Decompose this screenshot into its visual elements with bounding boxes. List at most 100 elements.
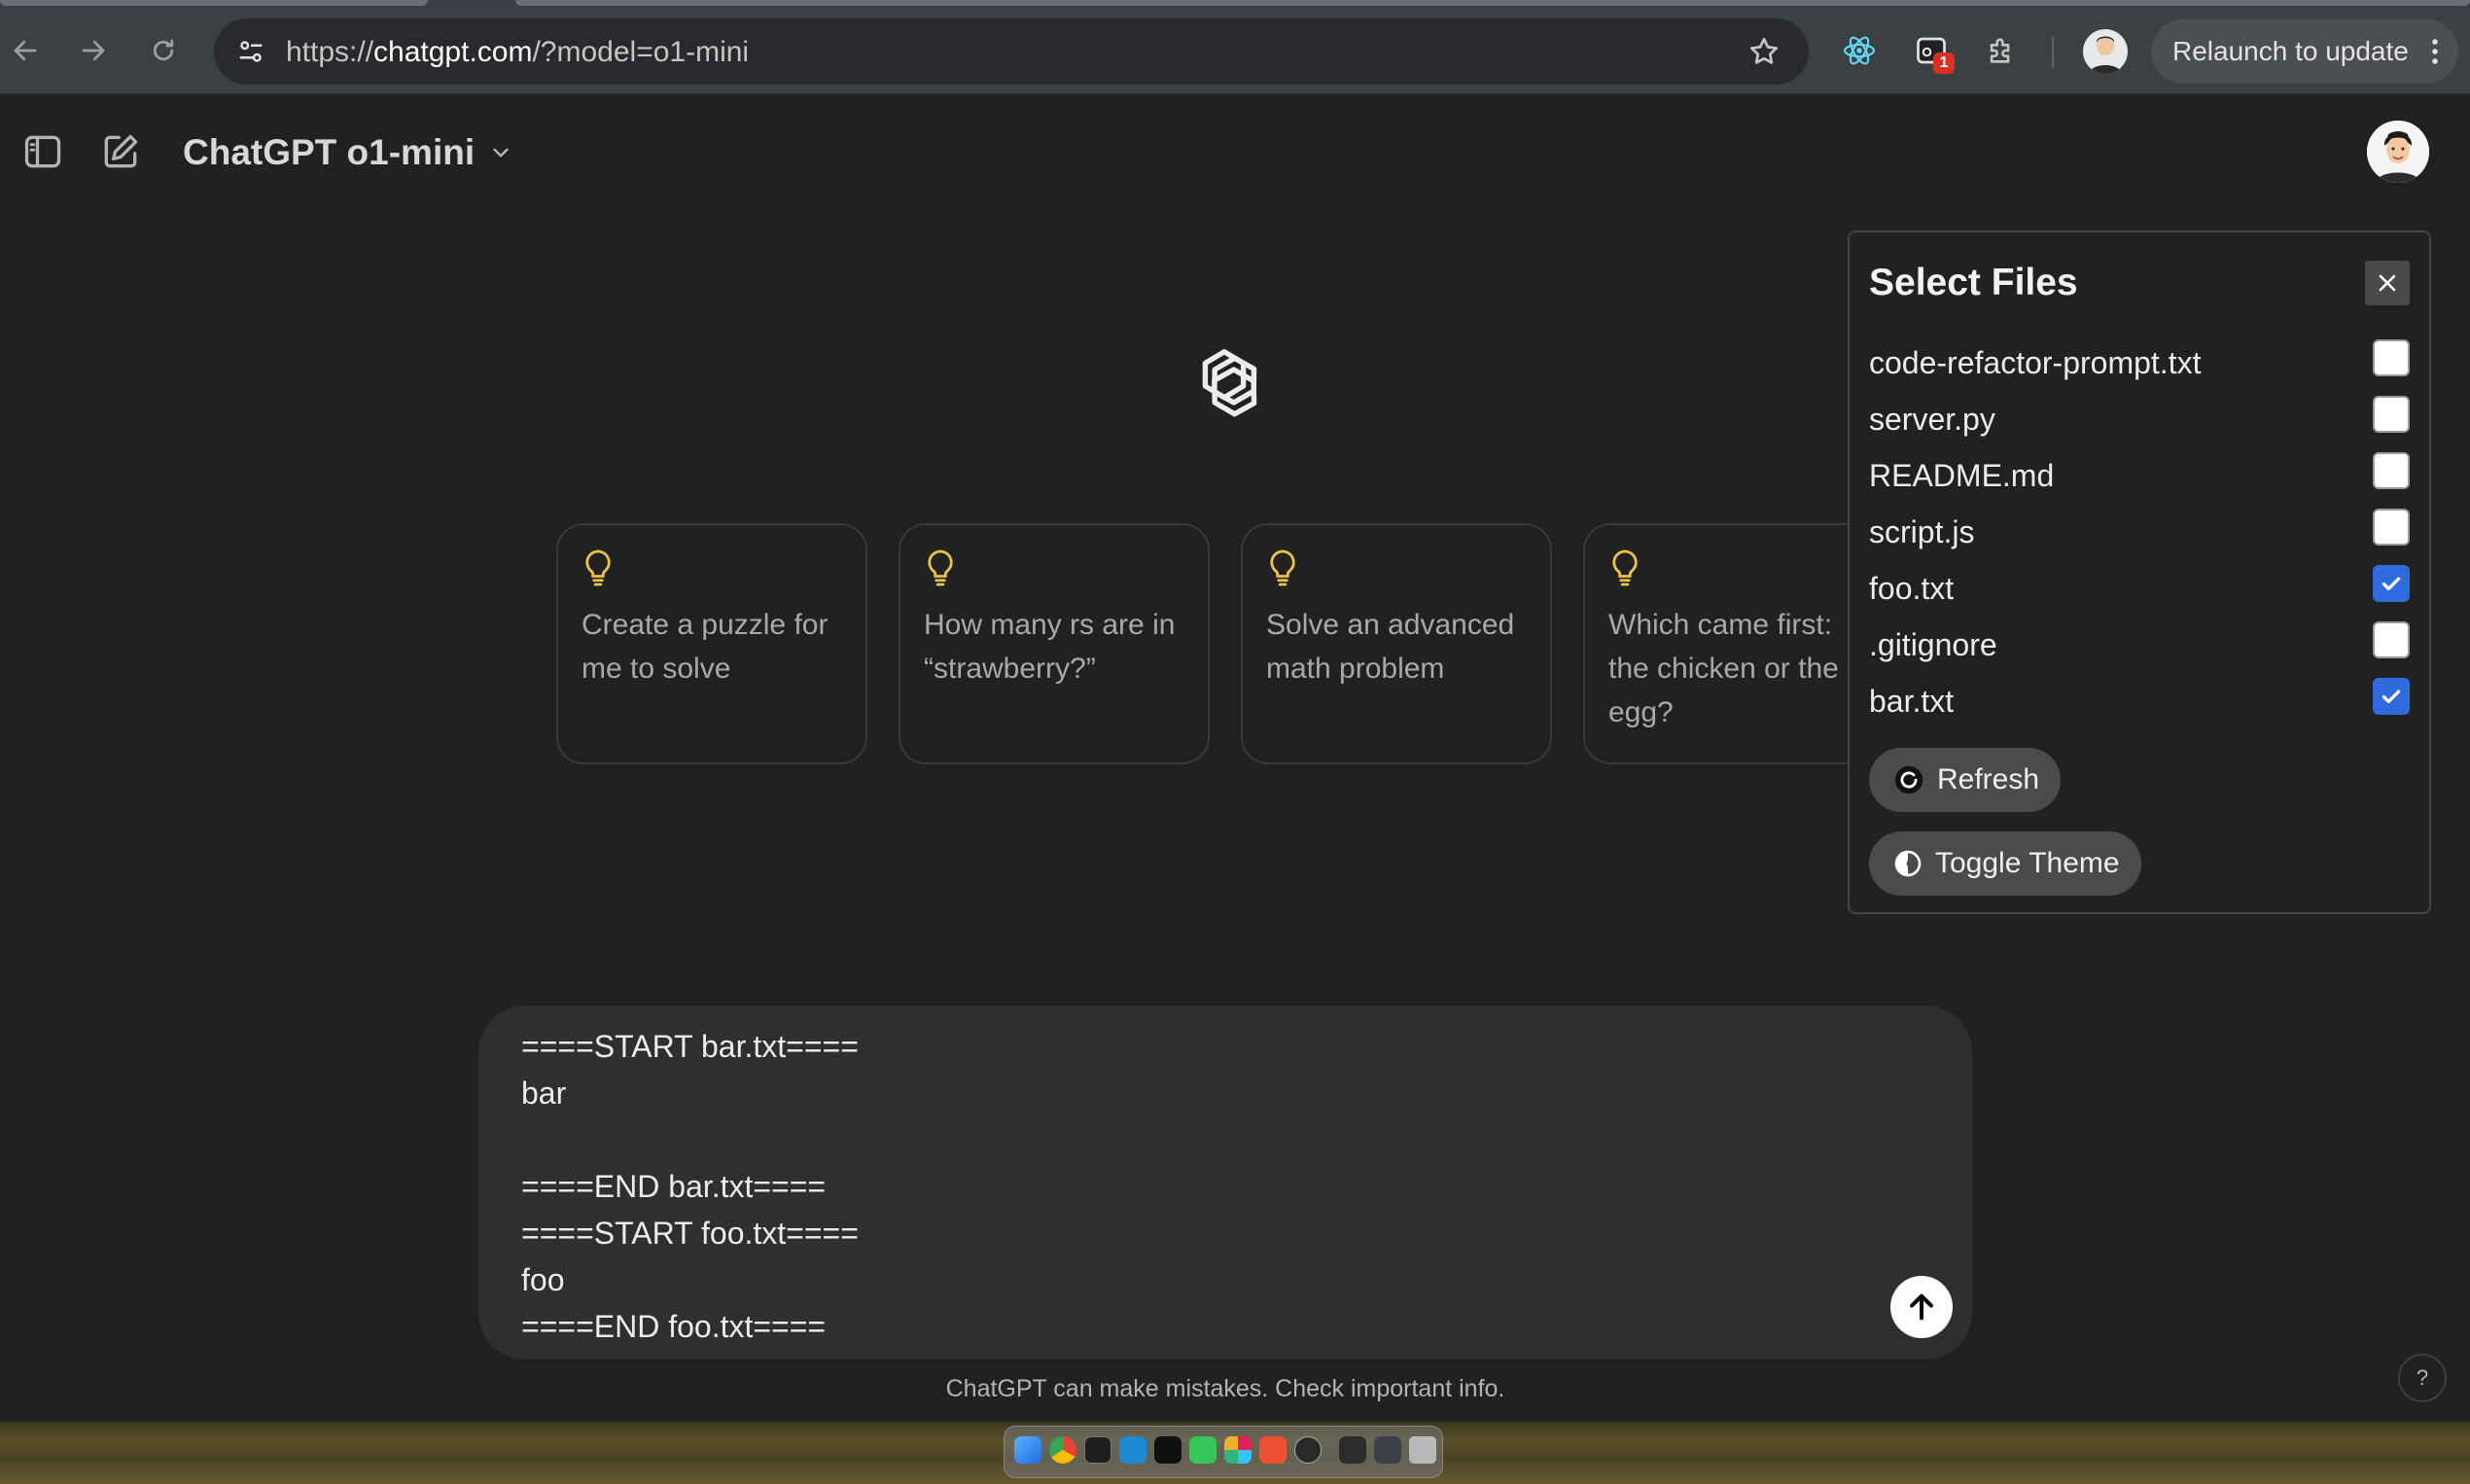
lightbulb-icon — [582, 548, 615, 587]
new-chat-button[interactable] — [97, 128, 144, 175]
model-title-label: ChatGPT o1-mini — [183, 132, 476, 172]
suggestion-text: Solve an advanced math problem — [1266, 609, 1515, 685]
help-button[interactable]: ? — [2398, 1354, 2447, 1402]
toggle-theme-button[interactable]: Toggle Theme — [1869, 831, 2141, 896]
file-checkbox[interactable] — [2373, 396, 2410, 433]
file-name: bar.txt — [1869, 684, 1955, 719]
window-thumbnail-icon[interactable] — [1339, 1436, 1366, 1464]
messages-icon[interactable] — [1189, 1436, 1217, 1464]
message-composer[interactable]: ====START bar.txt==== bar ​ ====END bar.txt… — [478, 1006, 1972, 1360]
openai-logo-icon — [1177, 338, 1272, 434]
panel-title: Select Files — [1869, 262, 2078, 303]
chevron-down-icon — [493, 148, 509, 158]
url-text[interactable]: https://chatgpt.com/?model=o1-mini — [286, 36, 749, 69]
relaunch-label: Relaunch to update — [2172, 36, 2409, 66]
tab-active[interactable] — [515, 0, 2470, 6]
file-name: .gitignore — [1869, 627, 1997, 662]
toolbar-divider — [2052, 37, 2054, 68]
browser-toolbar: https://chatgpt.com/?model=o1-mini 1 Rel… — [0, 8, 2470, 95]
file-name: foo.txt — [1869, 571, 1955, 606]
arrow-up-icon — [1910, 1293, 1933, 1321]
file-name: README.md — [1869, 458, 2055, 493]
chrome-icon[interactable] — [1049, 1436, 1076, 1464]
extensions-puzzle-icon[interactable] — [1980, 29, 2023, 72]
finder-icon[interactable] — [1014, 1436, 1041, 1464]
file-checkbox[interactable] — [2373, 452, 2410, 489]
sidebar-toggle-button[interactable] — [19, 128, 66, 175]
reload-button[interactable] — [140, 27, 187, 74]
close-panel-button[interactable] — [2365, 261, 2410, 305]
lightbulb-icon — [1266, 548, 1299, 587]
composer-line: bar — [521, 1076, 567, 1111]
refresh-label: Refresh — [1937, 763, 2040, 795]
lightbulb-icon — [924, 548, 957, 587]
theme-icon — [1894, 850, 1922, 877]
chatgpt-app-icon[interactable] — [1294, 1436, 1322, 1464]
app-icon[interactable] — [1154, 1436, 1182, 1464]
lightbulb-icon — [1608, 548, 1641, 587]
address-bar[interactable]: https://chatgpt.com/?model=o1-mini — [214, 18, 1809, 85]
tab-inactive[interactable] — [0, 0, 428, 6]
checkmark-icon — [2382, 577, 2401, 591]
file-checkbox[interactable] — [2373, 339, 2410, 376]
file-row[interactable]: .gitignore — [1869, 616, 2414, 672]
suggestion-text: How many rs are in “strawberry?” — [924, 609, 1176, 685]
file-checkbox[interactable] — [2373, 509, 2410, 546]
suggestion-card[interactable]: How many rs are in “strawberry?” — [899, 523, 1210, 764]
app-header: ChatGPT o1-mini — [0, 97, 2470, 204]
file-checkbox[interactable] — [2373, 678, 2410, 715]
more-vertical-icon[interactable] — [2429, 37, 2441, 66]
relaunch-to-update-button[interactable]: Relaunch to update — [2151, 19, 2458, 84]
file-row[interactable]: code-refactor-prompt.txt — [1869, 334, 2414, 390]
react-devtools-icon[interactable] — [1838, 29, 1881, 72]
file-row[interactable]: server.py — [1869, 390, 2414, 446]
macos-dock — [1004, 1426, 1443, 1478]
reload-icon — [153, 39, 174, 61]
git-tool-icon[interactable] — [1259, 1436, 1287, 1464]
composer-line: foo — [521, 1262, 565, 1297]
slack-icon[interactable] — [1224, 1436, 1252, 1464]
extension-with-badge[interactable]: 1 — [1910, 29, 1955, 74]
close-icon — [2379, 274, 2396, 292]
file-name: server.py — [1869, 402, 1995, 437]
refresh-icon — [1894, 765, 1923, 795]
file-name: script.js — [1869, 514, 1975, 549]
vscode-icon[interactable] — [1119, 1436, 1147, 1464]
file-checkbox[interactable] — [2373, 621, 2410, 658]
composer-line: ​ — [521, 1116, 859, 1163]
composer-line: ====START foo.txt==== — [521, 1216, 859, 1251]
file-row[interactable]: bar.txt — [1869, 672, 2414, 728]
sidebar-icon — [24, 135, 61, 168]
model-selector[interactable]: ChatGPT o1-mini — [183, 132, 513, 173]
file-checkbox[interactable] — [2373, 565, 2410, 602]
file-row[interactable]: foo.txt — [1869, 559, 2414, 616]
toggle-theme-label: Toggle Theme — [1935, 847, 2120, 879]
bookmark-star-icon[interactable] — [1747, 34, 1782, 69]
trash-icon[interactable] — [1409, 1436, 1436, 1464]
user-avatar[interactable] — [2367, 121, 2429, 183]
file-row[interactable]: script.js — [1869, 503, 2414, 559]
window-thumbnail-icon[interactable] — [1374, 1436, 1401, 1464]
edit-icon — [104, 134, 138, 168]
composer-line: ====START bar.txt==== — [521, 1029, 859, 1064]
suggestion-card[interactable]: Create a puzzle for me to solve — [556, 523, 867, 764]
send-button[interactable] — [1890, 1276, 1953, 1338]
select-files-panel: Select Files code-refactor-prompt.txt se… — [1848, 230, 2431, 914]
checkmark-icon — [2382, 689, 2401, 704]
suggestion-card[interactable]: Solve an advanced math problem — [1241, 523, 1552, 764]
arrow-left-icon — [14, 40, 37, 61]
composer-text[interactable]: ====START bar.txt==== bar ​ ====END bar.txt… — [521, 1023, 859, 1350]
suggestion-text: Which came first: the chicken or the egg… — [1608, 609, 1839, 728]
forward-button[interactable] — [70, 27, 117, 74]
disclaimer-text: ChatGPT can make mistakes. Check importa… — [945, 1375, 1505, 1402]
arrow-right-icon — [82, 40, 105, 61]
composer-line: ====END foo.txt==== — [521, 1309, 827, 1344]
file-row[interactable]: README.md — [1869, 446, 2414, 503]
composer-line: ====END bar.txt==== — [521, 1169, 827, 1204]
refresh-button[interactable]: Refresh — [1869, 748, 2062, 812]
site-settings-icon[interactable] — [233, 34, 268, 69]
browser-profile-avatar[interactable] — [2083, 29, 2128, 74]
back-button[interactable] — [2, 27, 49, 74]
terminal-icon[interactable] — [1084, 1436, 1112, 1464]
notification-badge: 1 — [1933, 53, 1955, 74]
